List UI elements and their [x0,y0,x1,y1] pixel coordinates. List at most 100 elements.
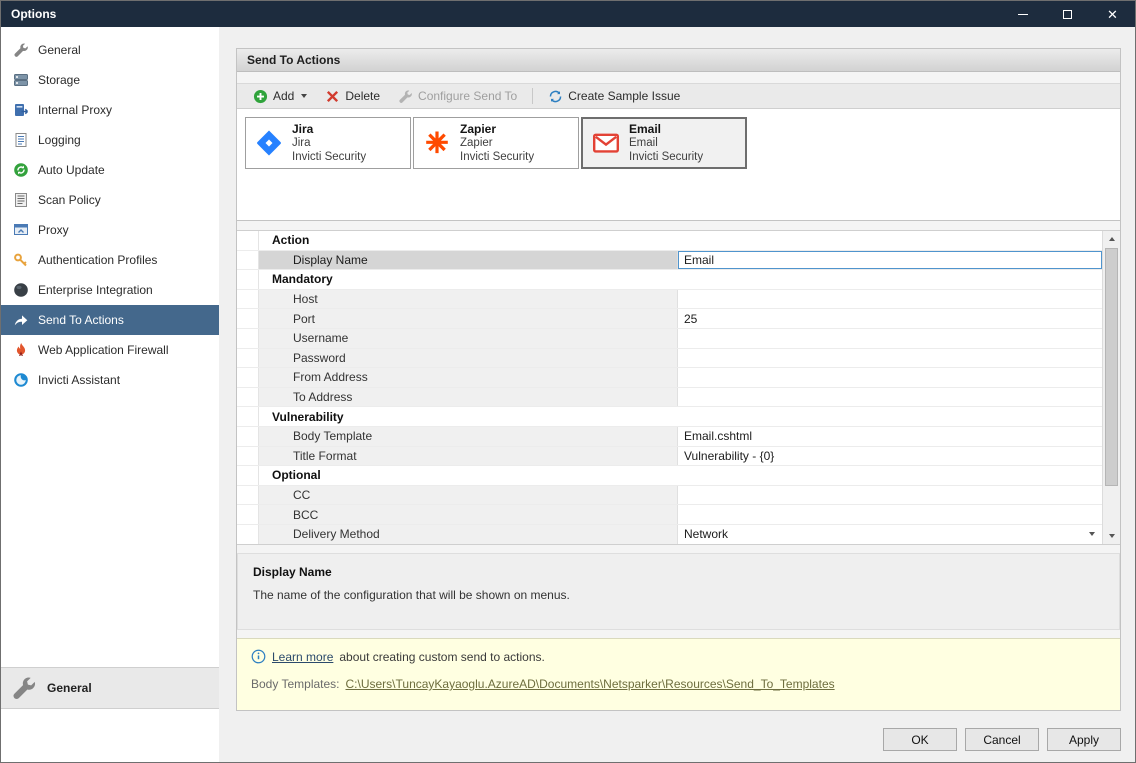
sidebar-item-label: Storage [38,73,81,87]
learn-more-link[interactable]: Learn more [272,650,333,664]
ok-button[interactable]: OK [883,728,957,751]
propgrid-row-value[interactable] [678,289,1102,309]
logging-icon [13,132,29,148]
sidebar-footer-label: General [47,681,92,695]
propgrid-row-gutter [237,348,259,368]
sidebar-item-logging[interactable]: Logging [1,125,219,155]
sidebar-item-storage[interactable]: Storage [1,65,219,95]
scrollbar-up-arrow-icon[interactable] [1103,231,1120,247]
propgrid-category-optional: Optional [237,466,1102,486]
sidebar-item-send-to-actions[interactable]: Send To Actions [1,305,219,335]
delete-button[interactable]: Delete [317,86,388,107]
apply-button[interactable]: Apply [1047,728,1121,751]
propgrid-row-to-address: To Address [237,387,1102,408]
propgrid-row-label[interactable]: Username [259,328,678,348]
propgrid-row-display-name: Display Name Email [237,250,1102,271]
sidebar-item-scan-policy[interactable]: Scan Policy [1,185,219,215]
propgrid-row-bcc: BCC [237,505,1102,525]
sidebar-item-label: Authentication Profiles [38,253,158,267]
window-maximize-button[interactable] [1045,1,1090,27]
cancel-button[interactable]: Cancel [965,728,1039,751]
auto-update-icon [13,162,29,178]
propgrid-row-value[interactable]: Vulnerability - {0} [678,446,1102,466]
configure-send-to-button[interactable]: Configure Send To [390,86,525,107]
propgrid-row-port: Port 25 [237,309,1102,329]
send-to-card-jira[interactable]: Jira Jira Invicti Security [245,117,411,169]
propgrid-row-label[interactable]: Delivery Method [259,524,678,544]
propgrid-row-value[interactable]: Email [678,250,1102,270]
sidebar-item-label: General [38,43,81,57]
add-button[interactable]: Add [245,86,315,107]
sidebar-item-internal-proxy[interactable]: Internal Proxy [1,95,219,125]
propgrid-row-gutter [237,524,259,544]
propgrid-row-value[interactable] [678,348,1102,368]
send-to-card-zapier[interactable]: Zapier Zapier Invicti Security [413,117,579,169]
enterprise-icon [13,282,29,298]
card-text: Jira Jira Invicti Security [292,122,366,165]
sidebar-list: General Storage Internal Proxy Logging Auto … [1,35,219,395]
propgrid-row-value[interactable]: Email.cshtml [678,426,1102,446]
scrollbar-down-arrow-icon[interactable] [1103,528,1120,544]
property-grid: Action Display Name Email Mandatory Host Port… [237,230,1120,545]
info-panel: Learn more about creating custom send to… [237,638,1120,710]
propgrid-row-label[interactable]: BCC [259,505,678,524]
card-title: Email [629,121,662,136]
propgrid-row-value[interactable] [678,505,1102,524]
sidebar-footer-general[interactable]: General [1,667,219,709]
sidebar-item-invicti-assistant[interactable]: Invicti Assistant [1,365,219,395]
configure-wrench-icon [398,89,413,104]
propgrid-category-label: Mandatory [259,270,1102,289]
wrench-icon [13,42,29,58]
sidebar-item-web-application-firewall[interactable]: Web Application Firewall [1,335,219,365]
jira-logo-icon [255,129,283,157]
body-templates-line: Body Templates: C:\Users\TuncayKayaoglu.… [251,677,1106,691]
window-minimize-button[interactable] [1000,1,1045,27]
propgrid-category-label: Action [259,231,1102,250]
propgrid-row-value[interactable] [678,328,1102,348]
propgrid-row-label[interactable]: Body Template [259,426,678,446]
sidebar-item-proxy[interactable]: Proxy [1,215,219,245]
window-close-button[interactable]: ✕ [1090,1,1135,27]
propgrid-row-value[interactable] [678,387,1102,407]
create-sample-issue-label: Create Sample Issue [568,89,681,103]
card-text: Email Email Invicti Security [629,122,703,165]
propgrid-row-value[interactable]: Network [678,524,1102,544]
sidebar-item-label: Auto Update [38,163,105,177]
propgrid-row-gutter [237,328,259,348]
sidebar-item-auto-update[interactable]: Auto Update [1,155,219,185]
create-sample-issue-icon [548,89,563,104]
send-to-icon [13,312,29,328]
propgrid-row-label[interactable]: To Address [259,387,678,407]
sidebar-item-enterprise-integration[interactable]: Enterprise Integration [1,275,219,305]
propgrid-category-vulnerability: Vulnerability [237,407,1102,427]
scan-policy-icon [13,192,29,208]
propgrid-row-value[interactable] [678,368,1102,387]
propgrid-row-gutter [237,426,259,446]
propgrid-row-label[interactable]: CC [259,485,678,505]
sidebar-item-authentication-profiles[interactable]: Authentication Profiles [1,245,219,275]
propgrid-row-label[interactable]: Port [259,309,678,328]
cards-container: Jira Jira Invicti Security Zapier Zapier Invi… [245,117,747,169]
propgrid-row-value[interactable] [678,485,1102,505]
maximize-icon [1063,9,1072,19]
sidebar-item-label: Logging [38,133,81,147]
create-sample-issue-button[interactable]: Create Sample Issue [540,86,688,107]
property-grid-rows: Action Display Name Email Mandatory Host Port… [237,231,1102,544]
scrollbar-thumb[interactable] [1105,248,1118,486]
propgrid-row-label[interactable]: From Address [259,368,678,387]
send-to-card-email[interactable]: Email Email Invicti Security [581,117,747,169]
propgrid-row-label[interactable]: Display Name [259,250,678,270]
sidebar-item-general[interactable]: General [1,35,219,65]
propgrid-row-value[interactable]: 25 [678,309,1102,328]
propgrid-row-label[interactable]: Password [259,348,678,368]
dialog-buttons: OK Cancel Apply [236,711,1121,751]
propgrid-row-label[interactable]: Title Format [259,446,678,466]
card-vendor: Invicti Security [629,151,704,164]
learn-more-text: about creating custom send to actions. [339,649,545,664]
dropdown-arrow-icon[interactable] [1084,527,1099,542]
propgrid-row-label[interactable]: Host [259,289,678,309]
body-templates-path-link[interactable]: C:\Users\TuncayKayaoglu.AzureAD\Document… [346,677,835,691]
propgrid-row-gutter [237,485,259,505]
propgrid-row-body-template: Body Template Email.cshtml [237,426,1102,447]
vertical-scrollbar[interactable] [1102,231,1120,544]
